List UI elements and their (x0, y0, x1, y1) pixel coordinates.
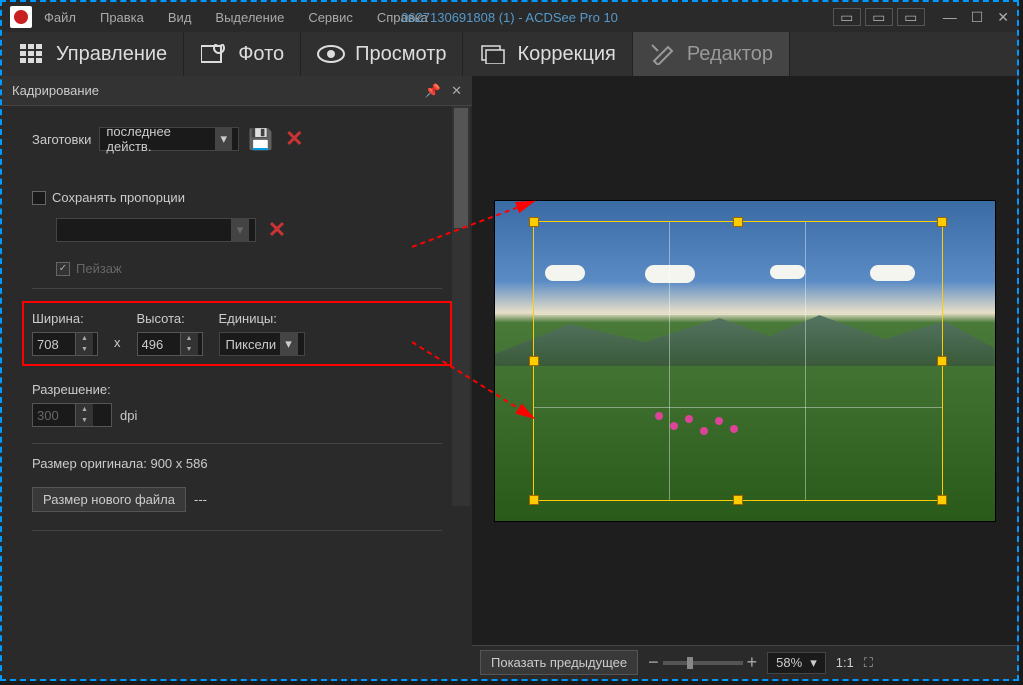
landscape-checkbox[interactable]: ✓ (56, 262, 70, 276)
landscape-label: Пейзаж (76, 261, 122, 276)
spin-down[interactable]: ▼ (76, 415, 93, 426)
zoom-value: 58% (776, 655, 802, 670)
bottom-toolbar: Показать предыдущее − + 58% ▾ 1:1 ⛶ (472, 645, 1017, 679)
zoom-slider[interactable] (663, 661, 743, 665)
brush-icon (649, 42, 677, 66)
tab-editor-label: Редактор (687, 43, 773, 66)
one-to-one-button[interactable]: 1:1 (836, 655, 854, 670)
close-button[interactable]: ✕ (997, 9, 1009, 26)
tab-develop-label: Коррекция (517, 43, 615, 66)
window-title: 0627130691808 (1) - ACDSee Pro 10 (401, 10, 618, 25)
width-spinner[interactable]: ▲▼ (32, 332, 98, 356)
spin-up[interactable]: ▲ (76, 404, 93, 415)
spin-down[interactable]: ▼ (76, 344, 93, 355)
resolution-spinner[interactable]: ▲▼ (32, 403, 112, 427)
fit-screen-button[interactable]: ⛶ (864, 655, 873, 671)
resolution-label: Разрешение: (32, 382, 442, 397)
show-previous-button[interactable]: Показать предыдущее (480, 650, 638, 675)
zoom-out-button[interactable]: − (648, 652, 659, 673)
menu-edit[interactable]: Правка (100, 10, 144, 25)
chevron-down-icon: ▾ (810, 655, 817, 671)
layout-btn-2[interactable]: ▭ (865, 8, 893, 26)
height-input[interactable] (138, 333, 180, 355)
crop-handle-br[interactable] (937, 495, 947, 505)
pin-icon[interactable]: 📌 (425, 83, 441, 99)
crop-handle-ml[interactable] (529, 356, 539, 366)
crop-handle-bc[interactable] (733, 495, 743, 505)
aspect-dropdown[interactable]: ▾ (56, 218, 256, 242)
crop-handle-tc[interactable] (733, 217, 743, 227)
crop-panel: Кадрирование 📌 ✕ Заготовки последнее дей… (2, 76, 472, 679)
zoom-dropdown[interactable]: 58% ▾ (767, 652, 826, 674)
photo-preview[interactable] (495, 201, 995, 521)
crop-handle-tl[interactable] (529, 217, 539, 227)
panel-title: Кадрирование (12, 83, 415, 98)
minimize-button[interactable]: — (943, 9, 957, 25)
crop-overlay[interactable] (533, 221, 943, 501)
layout-btn-3[interactable]: ▭ (897, 8, 925, 26)
preset-value: последнее действ. (106, 124, 215, 154)
chevron-down-icon: ▾ (231, 219, 249, 241)
new-size-button[interactable]: Размер нового файла (32, 487, 186, 512)
chevron-down-icon: ▾ (215, 128, 232, 150)
dpi-label: dpi (120, 408, 137, 423)
photo-icon (200, 42, 228, 66)
save-icon: 💾 (248, 127, 273, 152)
units-value: Пиксели (226, 337, 277, 352)
menu-view[interactable]: Вид (168, 10, 192, 25)
delete-preset-button[interactable]: ✕ (281, 126, 307, 152)
crop-handle-bl[interactable] (529, 495, 539, 505)
title-bar: Файл Правка Вид Выделение Сервис Справка… (2, 2, 1017, 32)
grid-icon (18, 42, 46, 66)
delete-icon: ✕ (285, 126, 303, 152)
eye-icon (317, 42, 345, 66)
original-size: Размер оригинала: 900 x 586 (32, 456, 442, 471)
resolution-input[interactable] (33, 404, 75, 426)
crop-handle-mr[interactable] (937, 356, 947, 366)
layout-btn-1[interactable]: ▭ (833, 8, 861, 26)
chevron-down-icon: ▾ (280, 333, 298, 355)
mode-tabs: Управление Фото Просмотр Коррекция Редак… (2, 32, 1017, 76)
spin-down[interactable]: ▼ (181, 344, 198, 355)
lock-aspect-label: Сохранять пропорции (52, 190, 185, 205)
tab-photo[interactable]: Фото (184, 32, 301, 76)
maximize-button[interactable]: ☐ (971, 9, 984, 26)
panel-close-icon[interactable]: ✕ (451, 83, 462, 99)
tab-view-label: Просмотр (355, 43, 446, 66)
units-label: Единицы: (219, 311, 305, 326)
height-label: Высота: (137, 311, 203, 326)
dimensions-highlight: Ширина: ▲▼ x Высота: ▲▼ (22, 301, 452, 366)
preset-label: Заготовки (32, 132, 91, 147)
sliders-icon (479, 42, 507, 66)
zoom-in-button[interactable]: + (747, 652, 758, 673)
delete-aspect-button[interactable]: ✕ (264, 217, 290, 243)
spin-up[interactable]: ▲ (76, 333, 93, 344)
app-logo (10, 6, 32, 28)
width-input[interactable] (33, 333, 75, 355)
tab-editor[interactable]: Редактор (633, 32, 790, 76)
tab-manage[interactable]: Управление (2, 32, 184, 76)
crop-handle-tr[interactable] (937, 217, 947, 227)
save-preset-button[interactable]: 💾 (247, 126, 273, 152)
tab-view[interactable]: Просмотр (301, 32, 463, 76)
canvas-area: Показать предыдущее − + 58% ▾ 1:1 ⛶ (472, 76, 1017, 679)
units-dropdown[interactable]: Пиксели ▾ (219, 332, 305, 356)
preset-dropdown[interactable]: последнее действ. ▾ (99, 127, 239, 151)
lock-aspect-checkbox[interactable] (32, 191, 46, 205)
tab-photo-label: Фото (238, 43, 284, 66)
new-size-dash: --- (194, 492, 207, 507)
menu-tools[interactable]: Сервис (308, 10, 353, 25)
height-spinner[interactable]: ▲▼ (137, 332, 203, 356)
menu-file[interactable]: Файл (44, 10, 76, 25)
menu-select[interactable]: Выделение (215, 10, 284, 25)
width-label: Ширина: (32, 311, 98, 326)
x-separator: x (114, 335, 121, 350)
delete-icon: ✕ (268, 217, 286, 243)
tab-develop[interactable]: Коррекция (463, 32, 632, 76)
tab-manage-label: Управление (56, 43, 167, 66)
spin-up[interactable]: ▲ (181, 333, 198, 344)
